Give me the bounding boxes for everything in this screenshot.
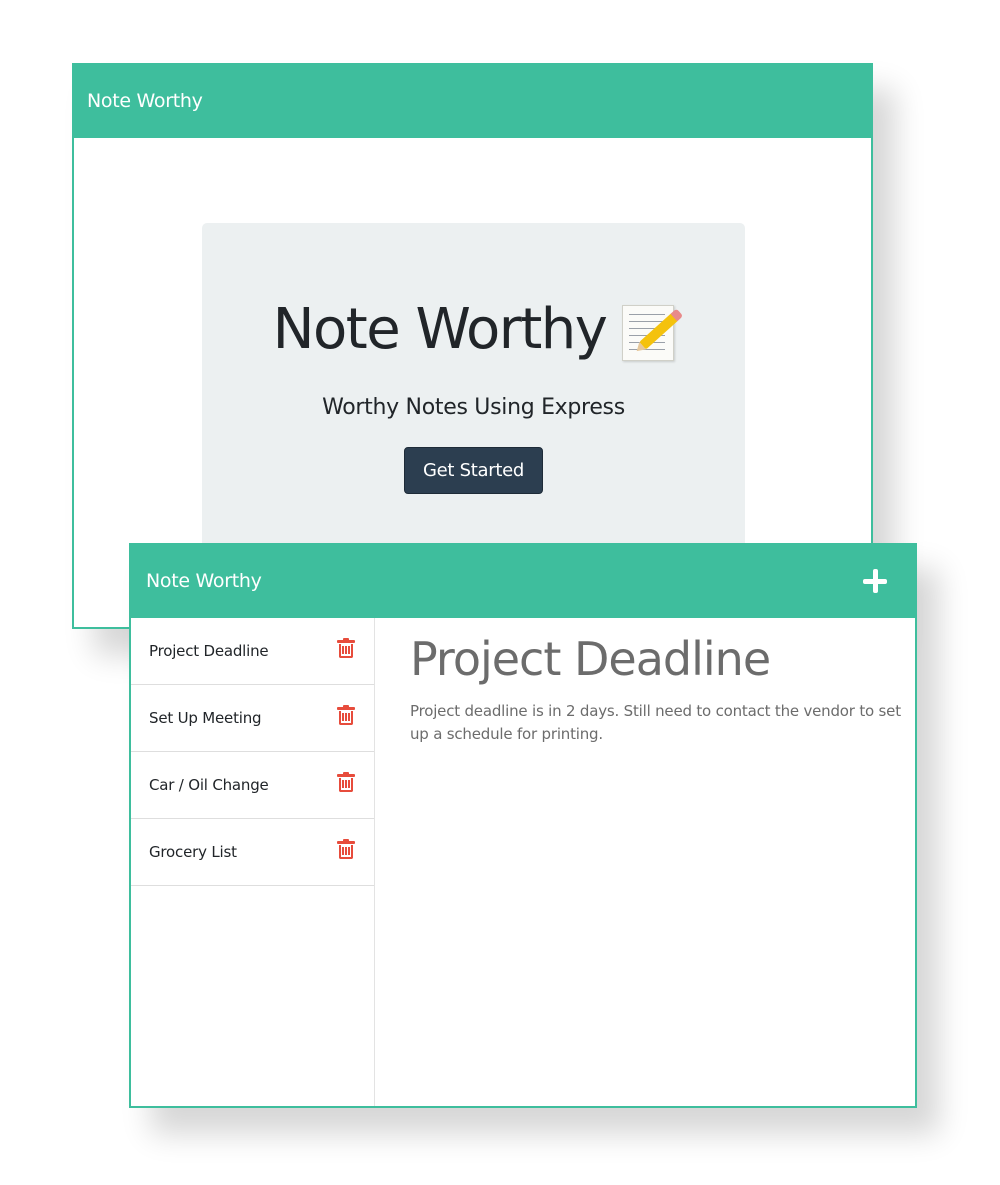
list-item[interactable]: Car / Oil Change: [131, 752, 374, 819]
landing-subtitle: Worthy Notes Using Express: [322, 395, 625, 420]
note-item-title: Car / Oil Change: [149, 776, 269, 794]
trash-icon[interactable]: [337, 772, 355, 792]
get-started-button[interactable]: Get Started: [404, 447, 543, 494]
note-title[interactable]: Project Deadline: [410, 632, 905, 686]
trash-icon[interactable]: [337, 705, 355, 725]
list-item[interactable]: Set Up Meeting: [131, 685, 374, 752]
trash-icon[interactable]: [337, 638, 355, 658]
list-item[interactable]: Grocery List: [131, 819, 374, 886]
notes-window: Note Worthy Project Deadline Set Up Meet…: [129, 543, 917, 1108]
note-item-title: Project Deadline: [149, 642, 269, 660]
note-item-title: Set Up Meeting: [149, 709, 262, 727]
notes-navbar: Note Worthy: [129, 543, 917, 618]
landing-title-row: Note Worthy: [202, 295, 745, 363]
landing-title: Note Worthy: [272, 296, 608, 362]
memo-icon: [622, 305, 680, 361]
jumbotron: Note Worthy Worthy Notes Using Express G…: [202, 223, 745, 545]
landing-navbar: Note Worthy: [72, 63, 873, 138]
list-item[interactable]: Project Deadline: [131, 618, 374, 685]
notes-sidebar: Project Deadline Set Up Meeting Car / Oi…: [131, 618, 375, 1106]
landing-brand[interactable]: Note Worthy: [87, 90, 203, 112]
note-text[interactable]: Project deadline is in 2 days. Still nee…: [410, 700, 905, 746]
note-item-title: Grocery List: [149, 843, 237, 861]
plus-icon[interactable]: [861, 567, 889, 595]
notes-brand[interactable]: Note Worthy: [146, 570, 262, 592]
trash-icon[interactable]: [337, 839, 355, 859]
note-content: Project Deadline Project deadline is in …: [410, 618, 905, 746]
